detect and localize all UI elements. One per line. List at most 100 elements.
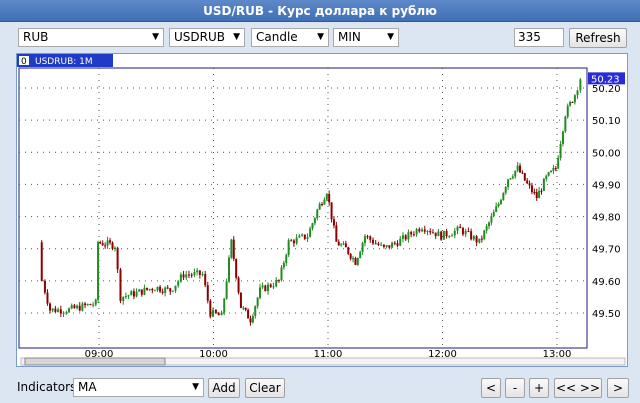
candle-body <box>475 236 478 243</box>
zoom-out-button[interactable]: - <box>505 378 525 398</box>
indicator-select[interactable]: MA ▼ <box>73 378 204 397</box>
candle-body <box>440 231 443 240</box>
candle-body <box>306 237 309 239</box>
candle-body <box>342 243 345 245</box>
candle-body <box>119 269 122 301</box>
add-indicator-button[interactable]: Add <box>208 378 240 398</box>
candle-body <box>434 232 437 237</box>
candle-body <box>540 190 543 192</box>
candle-body <box>212 309 215 317</box>
candle-body <box>385 245 388 247</box>
candle-body <box>301 234 304 236</box>
candle-body <box>104 245 107 247</box>
scroll-left-button[interactable]: < <box>481 378 501 398</box>
candle-body <box>54 308 57 312</box>
count-input[interactable]: 335 <box>514 28 564 47</box>
candle-body <box>239 292 242 308</box>
symbol-select[interactable]: USDRUB ▼ <box>169 28 245 47</box>
candle-body <box>244 307 247 310</box>
zoom-fit-button[interactable]: << >> <box>554 378 602 398</box>
candle-body <box>190 274 193 276</box>
candle-body <box>169 288 172 292</box>
clear-indicators-button[interactable]: Clear <box>245 378 285 398</box>
candle-body <box>111 242 114 249</box>
chart-tab-label: USDRUB: 1M <box>35 57 93 67</box>
candle-body <box>374 243 377 245</box>
scroll-right-button[interactable]: > <box>607 378 629 398</box>
candle-body <box>382 244 385 247</box>
last-price-label: 50.23 <box>591 74 620 85</box>
candle-body <box>161 291 164 293</box>
candle-body <box>46 292 49 304</box>
candle-body <box>325 194 328 200</box>
candle-body <box>217 313 220 316</box>
zoom-in-button[interactable]: + <box>529 378 549 398</box>
candle-body <box>138 289 141 292</box>
candle-body <box>509 178 512 180</box>
candle-body <box>401 235 404 239</box>
candle-body <box>478 238 481 243</box>
candle-body <box>369 236 372 240</box>
candle-body <box>187 274 190 276</box>
candle-body <box>109 240 112 243</box>
currency-value: RUB <box>23 30 49 44</box>
candle-body <box>99 242 102 244</box>
candle-body <box>97 242 100 300</box>
candle-body <box>361 242 364 252</box>
candle-body <box>259 287 262 298</box>
candle-body <box>264 285 267 292</box>
candle-body <box>437 231 440 237</box>
y-tick-label: 50.10 <box>592 116 621 127</box>
candle-body <box>153 290 156 292</box>
candle-body <box>545 175 548 179</box>
candle-body <box>223 298 226 313</box>
candle-body <box>285 254 288 263</box>
candle-body <box>456 226 459 231</box>
candle-body <box>344 243 347 248</box>
currency-select[interactable]: RUB ▼ <box>18 28 164 47</box>
candle-body <box>43 280 46 293</box>
chevron-down-icon: ▼ <box>192 382 199 392</box>
refresh-button[interactable]: Refresh <box>569 28 627 48</box>
candle-body <box>49 303 52 311</box>
candle-body <box>70 305 73 309</box>
candle-body <box>571 101 574 103</box>
chart-type-select[interactable]: Candle ▼ <box>251 28 329 47</box>
candle-body <box>472 236 475 240</box>
candle-body <box>81 303 84 311</box>
chart-scrollbar-thumb[interactable] <box>24 357 166 366</box>
y-tick-label: 50.20 <box>592 84 621 95</box>
candle-body <box>521 172 524 174</box>
candle-body <box>366 236 369 238</box>
candle-body <box>399 238 402 246</box>
candle-body <box>232 239 235 260</box>
candle-body <box>177 281 180 286</box>
y-tick-label: 49.50 <box>592 309 621 320</box>
y-tick-label: 50.00 <box>592 148 621 159</box>
candle-body <box>113 247 116 249</box>
candle-body <box>483 230 486 239</box>
candle-body <box>148 288 151 290</box>
candle-body <box>290 240 293 242</box>
candle-body <box>242 307 245 309</box>
chevron-down-icon: ▼ <box>233 32 240 42</box>
candle-body <box>573 95 576 103</box>
chevron-down-icon: ▼ <box>317 32 324 42</box>
candle-body <box>488 222 491 227</box>
candle-body <box>287 240 290 255</box>
candle-body <box>311 223 314 229</box>
candle-body <box>499 200 502 204</box>
candle-body <box>519 165 522 173</box>
candle-body <box>547 172 550 176</box>
candle-body <box>237 277 240 293</box>
candle-body <box>256 297 259 307</box>
candle-body <box>235 259 238 278</box>
candle-body <box>65 312 68 314</box>
candle-body <box>62 312 65 314</box>
candle-body <box>101 243 104 246</box>
candle-body <box>94 299 97 305</box>
candle-body <box>84 303 87 306</box>
interval-select[interactable]: MIN ▼ <box>333 28 399 47</box>
candle-body <box>182 274 185 278</box>
price-chart[interactable]: 49.50 49.60 49.70 49.80 49.90 50.00 50.10 50.20… <box>17 54 627 366</box>
